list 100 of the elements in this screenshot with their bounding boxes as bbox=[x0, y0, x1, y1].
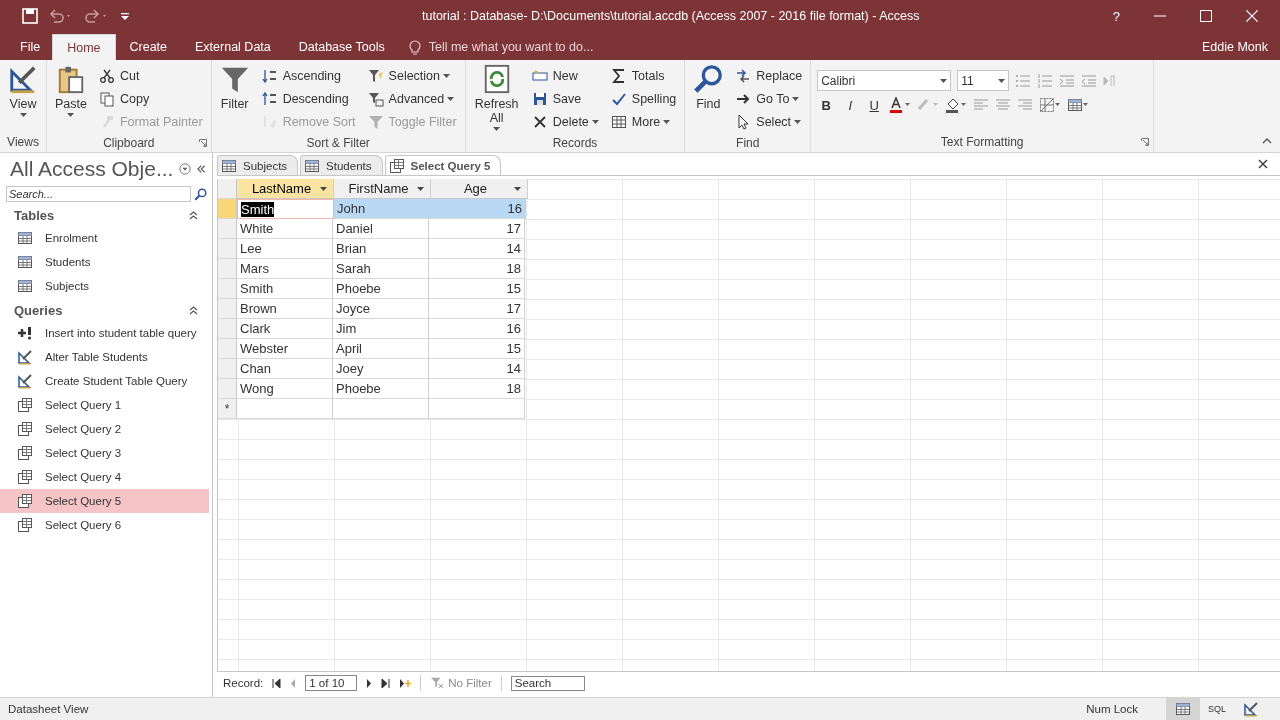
close-icon[interactable] bbox=[1258, 159, 1268, 169]
previous-record-icon[interactable] bbox=[290, 678, 297, 688]
text-style-button[interactable]: I bbox=[841, 97, 860, 113]
first-record-icon[interactable] bbox=[272, 678, 282, 688]
datasheet-view-button[interactable] bbox=[1166, 698, 1200, 720]
navigation-item[interactable]: Enrolment bbox=[0, 226, 209, 250]
ribbon-button[interactable]: Paste bbox=[53, 62, 89, 133]
maximize-icon[interactable] bbox=[1200, 10, 1212, 22]
text-style-button[interactable]: U bbox=[865, 97, 884, 113]
column-header[interactable]: LastName bbox=[237, 179, 334, 199]
ribbon-button[interactable]: Cut bbox=[96, 65, 205, 87]
ribbon-tab[interactable]: External Data bbox=[181, 34, 285, 60]
table-cell[interactable]: 15 bbox=[429, 279, 525, 299]
ribbon-tab[interactable]: File bbox=[0, 34, 53, 60]
section-header[interactable]: Tables bbox=[14, 208, 55, 223]
table-cell[interactable]: 18 bbox=[429, 259, 525, 279]
ribbon-button[interactable]: View bbox=[6, 62, 40, 132]
tell-me-field[interactable]: Tell me what you want to do... bbox=[408, 34, 631, 60]
table-cell[interactable]: 14 bbox=[429, 239, 525, 259]
table-cell[interactable]: Webster bbox=[237, 339, 333, 359]
gridlines-icon[interactable] bbox=[1039, 97, 1062, 113]
next-record-icon[interactable] bbox=[366, 678, 373, 688]
table-cell[interactable]: 16 bbox=[430, 199, 526, 219]
table-icon[interactable] bbox=[1067, 97, 1090, 113]
save-icon[interactable] bbox=[22, 8, 38, 24]
table-cell[interactable]: Brian bbox=[333, 239, 429, 259]
table-cell[interactable]: Lee bbox=[237, 239, 333, 259]
column-header[interactable]: Age bbox=[431, 179, 528, 199]
table-cell[interactable]: Joey bbox=[333, 359, 429, 379]
table-cell[interactable]: Joyce bbox=[333, 299, 429, 319]
navigation-item[interactable]: Select Query 4 bbox=[0, 465, 209, 489]
ribbon-button[interactable]: Spelling bbox=[608, 88, 679, 110]
navigation-item[interactable]: Subjects bbox=[0, 274, 209, 298]
ribbon-button[interactable]: Totals bbox=[608, 65, 679, 87]
record-number-field[interactable]: 1 of 10 bbox=[305, 675, 358, 691]
document-tab[interactable]: Subjects bbox=[217, 155, 299, 175]
ribbon-button[interactable]: Select bbox=[733, 111, 805, 133]
ribbon-button[interactable]: Refresh All bbox=[471, 62, 522, 133]
table-cell[interactable]: Brown bbox=[237, 299, 333, 319]
table-cell[interactable] bbox=[333, 399, 429, 419]
table-cell[interactable]: Clark bbox=[237, 319, 333, 339]
table-cell[interactable]: Smith bbox=[237, 199, 334, 219]
ribbon-button[interactable]: Replace bbox=[733, 65, 805, 87]
ribbon-button[interactable]: Advanced bbox=[365, 88, 459, 110]
ribbon-button[interactable]: Descending bbox=[259, 88, 358, 110]
table-cell[interactable]: Mars bbox=[237, 259, 333, 279]
ribbon-button[interactable]: Ascending bbox=[259, 65, 358, 87]
table-cell[interactable] bbox=[237, 399, 333, 419]
user-name[interactable]: Eddie Monk bbox=[1202, 34, 1280, 60]
filter-toggle[interactable]: No Filter bbox=[430, 677, 492, 689]
navigation-item[interactable]: Select Query 3 bbox=[0, 441, 209, 465]
document-tab[interactable]: Students bbox=[300, 155, 383, 175]
pane-title[interactable]: All Access Obje... bbox=[10, 157, 174, 181]
dialog-launcher-icon[interactable] bbox=[198, 139, 207, 147]
table-cell[interactable]: Phoebe bbox=[333, 379, 429, 399]
table-cell[interactable]: Daniel bbox=[333, 219, 429, 239]
ribbon-button[interactable]: Find bbox=[691, 62, 726, 133]
table-cell[interactable]: 17 bbox=[429, 299, 525, 319]
navigation-item[interactable]: Insert into student table query bbox=[0, 321, 209, 345]
column-header[interactable]: FirstName bbox=[334, 179, 431, 199]
ribbon-tab[interactable]: Create bbox=[115, 34, 182, 60]
table-cell[interactable]: 17 bbox=[429, 219, 525, 239]
ribbon-tab[interactable]: Database Tools bbox=[284, 34, 399, 60]
dropdown-icon[interactable] bbox=[179, 162, 192, 176]
help-button[interactable]: ? bbox=[1112, 8, 1120, 24]
ribbon-tab[interactable]: Home bbox=[52, 34, 116, 60]
ribbon-button[interactable]: More bbox=[608, 111, 679, 133]
table-cell[interactable]: Phoebe bbox=[333, 279, 429, 299]
chevron-icon[interactable] bbox=[189, 211, 198, 220]
ribbon-button[interactable]: Copy bbox=[96, 88, 205, 110]
font-size-dropdown[interactable]: 11 bbox=[957, 70, 1010, 91]
ribbon-button[interactable]: Filter bbox=[217, 62, 252, 133]
navigation-item[interactable]: Select Query 1 bbox=[0, 393, 209, 417]
ribbon-button[interactable]: Delete bbox=[529, 111, 601, 133]
table-cell[interactable]: White bbox=[237, 219, 333, 239]
ribbon-button[interactable]: Go To bbox=[733, 88, 805, 110]
navigation-item[interactable]: Select Query 2 bbox=[0, 417, 209, 441]
dialog-launcher-icon[interactable] bbox=[1141, 138, 1150, 146]
fill-bucket-icon[interactable] bbox=[945, 97, 968, 113]
collapse-pane-icon[interactable] bbox=[197, 164, 206, 174]
table-cell[interactable] bbox=[429, 399, 525, 419]
ribbon-button[interactable]: Selection bbox=[365, 65, 459, 87]
section-header[interactable]: Queries bbox=[14, 303, 63, 318]
font-color-icon[interactable] bbox=[889, 97, 912, 113]
chevron-icon[interactable] bbox=[189, 306, 198, 315]
navigation-item[interactable]: Alter Table Students bbox=[0, 345, 209, 369]
navigation-item[interactable]: Create Student Table Query bbox=[0, 369, 209, 393]
table-cell[interactable]: John bbox=[334, 199, 430, 219]
table-cell[interactable]: 18 bbox=[429, 379, 525, 399]
navigation-item[interactable]: Select Query 5 bbox=[0, 489, 209, 513]
document-tab[interactable]: Select Query 5 bbox=[384, 155, 502, 175]
table-cell[interactable]: Sarah bbox=[333, 259, 429, 279]
font-dropdown[interactable]: Calibri bbox=[817, 70, 952, 91]
ribbon-button[interactable]: New bbox=[529, 65, 601, 87]
table-cell[interactable]: 15 bbox=[429, 339, 525, 359]
navigation-item[interactable]: Students bbox=[0, 250, 209, 274]
table-cell[interactable]: 14 bbox=[429, 359, 525, 379]
text-style-button[interactable]: B bbox=[817, 97, 836, 113]
last-record-icon[interactable] bbox=[381, 678, 391, 688]
ribbon-button[interactable]: Save bbox=[529, 88, 601, 110]
